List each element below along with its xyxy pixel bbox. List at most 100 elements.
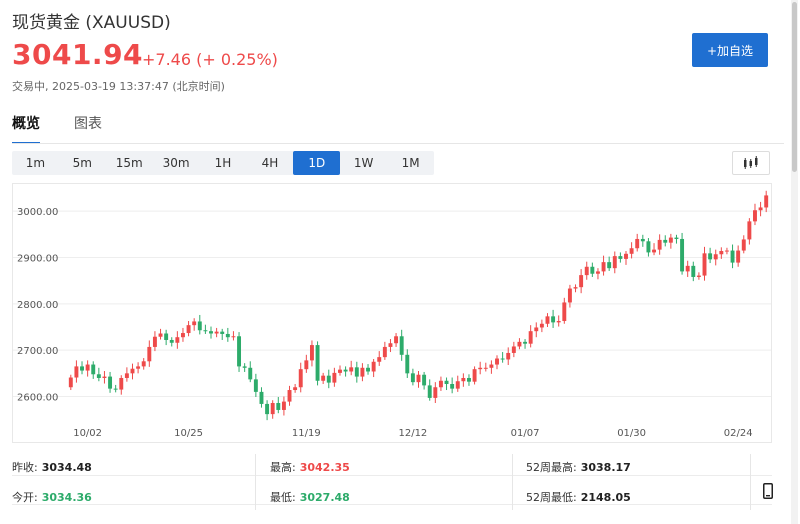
candle (405, 349, 410, 378)
x-tick-label: 10/02 (73, 428, 102, 439)
y-tick-label: 3000.00 (17, 207, 58, 218)
range-1w-button[interactable]: 1W (340, 151, 387, 175)
candle (741, 235, 746, 254)
candle (685, 260, 690, 277)
candle (539, 319, 544, 333)
candle (343, 366, 348, 377)
candle-body (80, 366, 84, 371)
candle-body (590, 266, 595, 274)
candle-body (253, 379, 258, 392)
candle-body (427, 385, 432, 398)
candle-body (730, 250, 735, 263)
candle (321, 372, 326, 385)
candle-body (231, 336, 236, 338)
mobile-view-icon[interactable] (763, 483, 773, 499)
candle-body (747, 221, 752, 240)
candle (220, 328, 225, 340)
candle (624, 251, 628, 265)
add-watchlist-button[interactable]: +加自选 (692, 33, 768, 67)
stat-low52-value: 2148.05 (580, 491, 631, 504)
candlestick-icon (744, 156, 758, 169)
candle-body (663, 239, 668, 243)
stat-low52-label: 52周最低: (526, 491, 577, 504)
candle (281, 396, 286, 416)
instrument-title: 现货黄金 (XAUUSD) (12, 13, 171, 33)
chart-type-button[interactable] (732, 151, 770, 175)
candle (724, 247, 729, 255)
y-tick-label: 2800.00 (17, 300, 58, 311)
scrollbar[interactable] (791, 0, 798, 524)
candle (394, 333, 399, 347)
candle (304, 354, 309, 373)
candle-body (438, 380, 443, 388)
candle-body (489, 364, 494, 368)
range-1mo-button[interactable]: 1M (387, 151, 434, 175)
range-1d-button[interactable]: 1D (293, 151, 341, 175)
price-change: +7.46 (+ 0.25%) (142, 50, 278, 69)
candle-body (287, 390, 292, 402)
candle (579, 269, 584, 294)
candle-body (248, 367, 253, 380)
candle-body (164, 333, 169, 340)
candle-body (192, 321, 197, 326)
candle (74, 360, 79, 383)
candle-body (668, 237, 673, 243)
range-1m-button[interactable]: 1m (12, 151, 59, 175)
candle (478, 361, 483, 375)
range-30m-button[interactable]: 30m (153, 151, 200, 175)
candle (680, 232, 685, 275)
y-tick-label: 2600.00 (17, 393, 58, 404)
range-15m-button[interactable]: 15m (106, 151, 153, 175)
stats-column-divider-2 (512, 454, 513, 510)
range-5m-button[interactable]: 5m (59, 151, 106, 175)
candle-body (141, 361, 146, 367)
candle (91, 361, 96, 379)
candle-body (354, 367, 359, 377)
candle-body (68, 377, 73, 388)
candle-body (691, 265, 696, 277)
candle (175, 331, 180, 349)
candle (225, 327, 230, 342)
candle (618, 252, 623, 263)
candle (450, 377, 455, 394)
candle (528, 325, 533, 348)
candle (338, 365, 342, 376)
candle (248, 361, 253, 383)
candle-body (382, 346, 387, 358)
stat-open: 今开: 3034.36 (12, 489, 92, 505)
candle-body (360, 367, 365, 377)
tab-chart[interactable]: 图表 (74, 113, 102, 133)
candle (371, 358, 376, 378)
candle (124, 367, 129, 382)
candle (534, 322, 539, 338)
tab-overview[interactable]: 概览 (12, 113, 40, 133)
candle (410, 368, 415, 386)
candle (753, 203, 757, 226)
y-tick-label: 2900.00 (17, 254, 58, 265)
candle (691, 261, 696, 282)
candle-body (366, 367, 370, 372)
candle-body (444, 380, 449, 385)
candle-body (685, 265, 690, 272)
candle-body (394, 336, 399, 344)
candle (259, 387, 264, 408)
range-4h-button[interactable]: 4H (246, 151, 293, 175)
candle (556, 315, 561, 327)
candle-body (203, 330, 208, 332)
price-chart[interactable]: 2600.00 2700.00 2800.00 3000.00 2900.00 10/02… (12, 183, 772, 443)
stat-high: 最高: 3042.35 (270, 459, 350, 475)
candle-body (741, 239, 746, 251)
candle (203, 324, 208, 334)
candle (427, 379, 432, 401)
candle-body (455, 381, 460, 389)
candle (607, 256, 612, 271)
candle-body (467, 377, 471, 382)
candle-body (113, 388, 118, 390)
scrollbar-thumb[interactable] (792, 2, 797, 172)
candle-body (186, 325, 191, 334)
candle-body (696, 275, 701, 277)
stats-column-divider-1 (255, 454, 256, 510)
range-1h-button[interactable]: 1H (200, 151, 247, 175)
candle-body (349, 367, 354, 372)
candle-body (332, 372, 337, 383)
